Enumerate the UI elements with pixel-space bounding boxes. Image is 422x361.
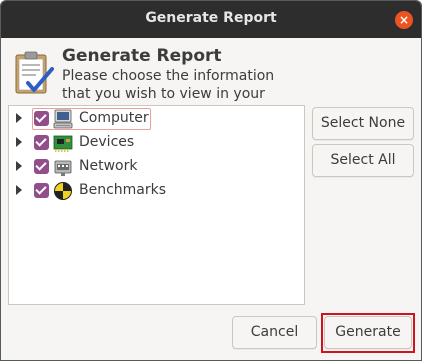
devices-icon [53, 135, 73, 152]
tree-row-devices[interactable]: Devices [9, 131, 304, 155]
computer-icon [53, 109, 73, 129]
select-all-button[interactable]: Select All [312, 144, 414, 177]
window-title: Generate Report [145, 10, 277, 26]
expand-arrow-icon[interactable] [16, 185, 22, 195]
devices-checkbox[interactable] [34, 135, 49, 150]
generate-report-dialog: Generate Report × Generate Report Please… [0, 0, 422, 361]
tree-item-label: Computer [79, 110, 149, 126]
expand-arrow-icon[interactable] [16, 113, 22, 123]
network-checkbox[interactable] [34, 159, 49, 174]
generate-button[interactable]: Generate [324, 316, 412, 349]
network-icon [54, 160, 72, 176]
computer-checkbox[interactable] [34, 111, 49, 126]
tree-item-label: Devices [79, 134, 135, 150]
select-none-button[interactable]: Select None [312, 107, 414, 140]
cancel-button[interactable]: Cancel [232, 316, 317, 349]
tree-item-label: Benchmarks [79, 182, 167, 198]
benchmarks-icon [54, 182, 72, 200]
tree-row-computer[interactable]: Computer [9, 107, 304, 131]
header-title: Generate Report [62, 46, 222, 66]
report-sections-tree[interactable]: Computer Devices Network Benchmarks [8, 105, 305, 305]
tree-item-label: Network [79, 158, 138, 174]
close-button[interactable]: × [395, 11, 413, 29]
benchmarks-checkbox[interactable] [34, 183, 49, 198]
tree-row-network[interactable]: Network [9, 155, 304, 179]
expand-arrow-icon[interactable] [16, 161, 22, 171]
expand-arrow-icon[interactable] [16, 137, 22, 147]
tree-row-benchmarks[interactable]: Benchmarks [9, 179, 304, 203]
title-bar: Generate Report × [1, 1, 421, 38]
report-clipboard-icon [15, 51, 54, 94]
